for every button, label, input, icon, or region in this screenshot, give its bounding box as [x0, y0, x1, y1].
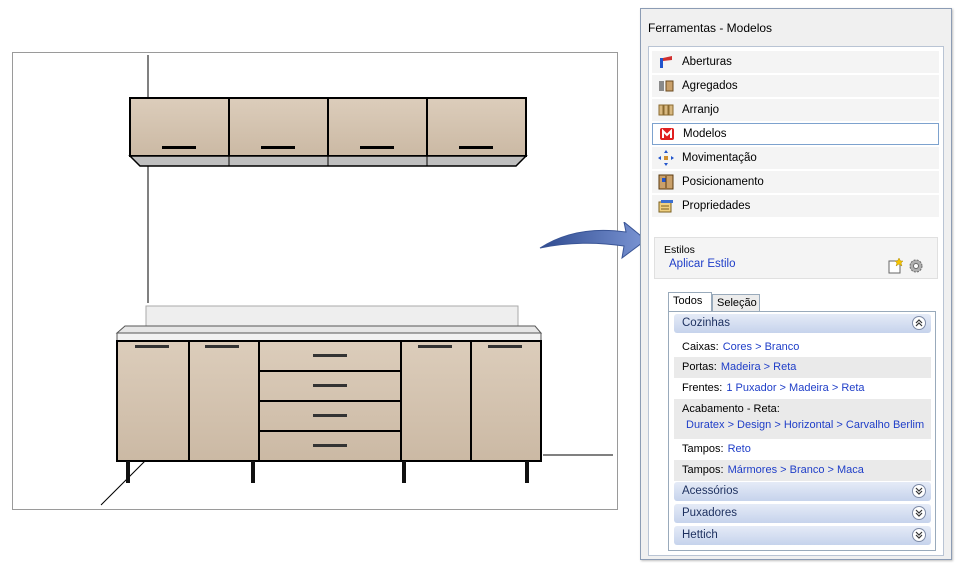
group-label: Acessórios: [682, 485, 739, 497]
frentes-value[interactable]: 1 Puxador > Madeira > Reta: [726, 382, 864, 394]
expand-icon[interactable]: [912, 506, 926, 520]
group-hettich[interactable]: Hettich: [674, 526, 931, 545]
estilos-label: Estilos: [664, 244, 695, 256]
menu-label: Arranjo: [682, 104, 720, 116]
tampos-value[interactable]: Mármores > Branco > Maca: [728, 464, 864, 476]
menu-item-posicionamento[interactable]: Posicionamento: [652, 171, 939, 193]
expand-icon[interactable]: [912, 528, 926, 542]
group-cozinhas[interactable]: Cozinhas: [674, 314, 931, 333]
acabamento-value[interactable]: Duratex > Design > Horizontal > Carvalho…: [686, 419, 931, 431]
row-acabamento: Acabamento - Reta: Duratex > Design > Ho…: [674, 399, 931, 439]
portas-value[interactable]: Madeira > Reta: [721, 361, 797, 373]
row-tampos-1: Tampos: Reto: [674, 439, 931, 460]
movimentacao-icon: [658, 150, 674, 166]
panel-title: Ferramentas - Modelos: [648, 21, 773, 35]
group-label: Cozinhas: [682, 317, 730, 329]
gear-icon[interactable]: [908, 258, 924, 274]
menu-item-aberturas[interactable]: Aberturas: [652, 51, 939, 73]
portas-label: Portas:: [682, 361, 717, 373]
propriedades-icon: [658, 198, 674, 214]
tab-selecao[interactable]: Seleção: [712, 294, 760, 312]
acabamento-label: Acabamento - Reta:: [682, 403, 780, 415]
menu-label: Posicionamento: [682, 176, 764, 188]
menu-label: Propriedades: [682, 200, 751, 212]
row-tampos-2: Tampos: Mármores > Branco > Maca: [674, 460, 931, 481]
pointer-arrow: [538, 220, 648, 275]
tampos-label: Tampos:: [682, 464, 724, 476]
aberturas-icon: [658, 54, 674, 70]
arranjo-icon: [658, 102, 674, 118]
group-label: Puxadores: [682, 507, 737, 519]
posicionamento-icon: [658, 174, 674, 190]
frentes-label: Frentes:: [682, 382, 723, 394]
menu-label: Modelos: [683, 128, 727, 140]
new-style-icon[interactable]: [887, 257, 904, 274]
expand-icon[interactable]: [912, 484, 926, 498]
3d-viewport[interactable]: [12, 52, 618, 510]
panel-content: Aberturas Agregados Arranjo Modelos Movi…: [648, 46, 944, 556]
tampos-value[interactable]: Reto: [728, 443, 751, 455]
caixas-label: Caixas:: [682, 341, 719, 353]
tool-menu: Aberturas Agregados Arranjo Modelos Movi…: [652, 51, 939, 219]
row-frentes: Frentes: 1 Puxador > Madeira > Reta: [674, 378, 931, 399]
menu-item-arranjo[interactable]: Arranjo: [652, 99, 939, 121]
tools-panel: Ferramentas - Modelos Aberturas Agregado…: [640, 8, 952, 560]
modelos-icon: [659, 126, 675, 142]
menu-label: Aberturas: [682, 56, 732, 68]
collapse-icon[interactable]: [912, 316, 926, 330]
menu-item-modelos[interactable]: Modelos: [652, 123, 939, 145]
row-portas: Portas: Madeira > Reta: [674, 357, 931, 378]
menu-item-agregados[interactable]: Agregados: [652, 75, 939, 97]
tampos-label: Tampos:: [682, 443, 724, 455]
tab-content: Cozinhas Caixas: Cores > Branco Portas: Ma…: [668, 311, 936, 551]
base-cabinets: [116, 340, 542, 483]
menu-item-movimentacao[interactable]: Movimentação: [652, 147, 939, 169]
agregados-icon: [658, 78, 674, 94]
aplicar-estilo-link[interactable]: Aplicar Estilo: [669, 258, 735, 270]
row-caixas: Caixas: Cores > Branco: [674, 337, 931, 357]
tab-todos[interactable]: Todos: [668, 292, 712, 312]
caixas-value[interactable]: Cores > Branco: [723, 341, 800, 353]
upper-cabinets: [128, 97, 528, 167]
menu-label: Agregados: [682, 80, 738, 92]
kitchen-model: [100, 55, 613, 506]
group-puxadores[interactable]: Puxadores: [674, 504, 931, 523]
menu-label: Movimentação: [682, 152, 757, 164]
menu-item-propriedades[interactable]: Propriedades: [652, 195, 939, 217]
group-label: Hettich: [682, 529, 718, 541]
group-acessorios[interactable]: Acessórios: [674, 482, 931, 501]
